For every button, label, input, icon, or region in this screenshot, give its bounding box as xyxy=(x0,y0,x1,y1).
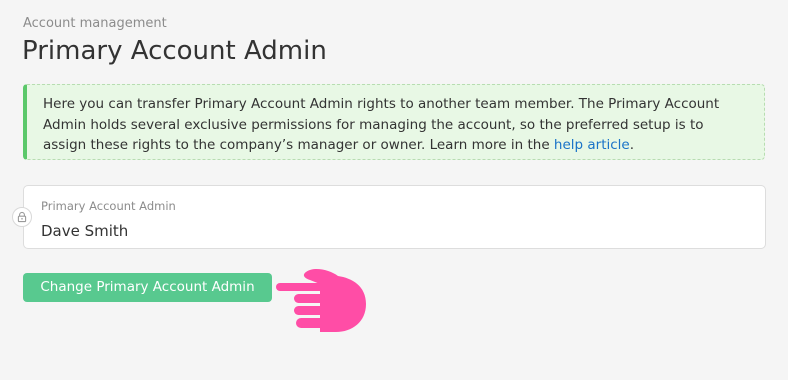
page-title: Primary Account Admin xyxy=(22,36,327,66)
primary-account-admin-page: Account management Primary Account Admin… xyxy=(0,0,788,380)
breadcrumb[interactable]: Account management xyxy=(23,16,167,32)
help-article-link[interactable]: help article xyxy=(554,137,630,153)
info-callout: Here you can transfer Primary Account Ad… xyxy=(23,84,765,160)
pointing-hand-icon xyxy=(276,269,366,332)
primary-admin-field: Primary Account Admin Dave Smith xyxy=(23,185,766,249)
lock-icon-glyph xyxy=(17,211,27,223)
change-primary-admin-button[interactable]: Change Primary Account Admin xyxy=(23,273,272,302)
lock-icon xyxy=(12,207,32,227)
info-text-end: . xyxy=(629,137,635,153)
field-label: Primary Account Admin xyxy=(41,199,176,213)
field-value: Dave Smith xyxy=(41,222,129,240)
